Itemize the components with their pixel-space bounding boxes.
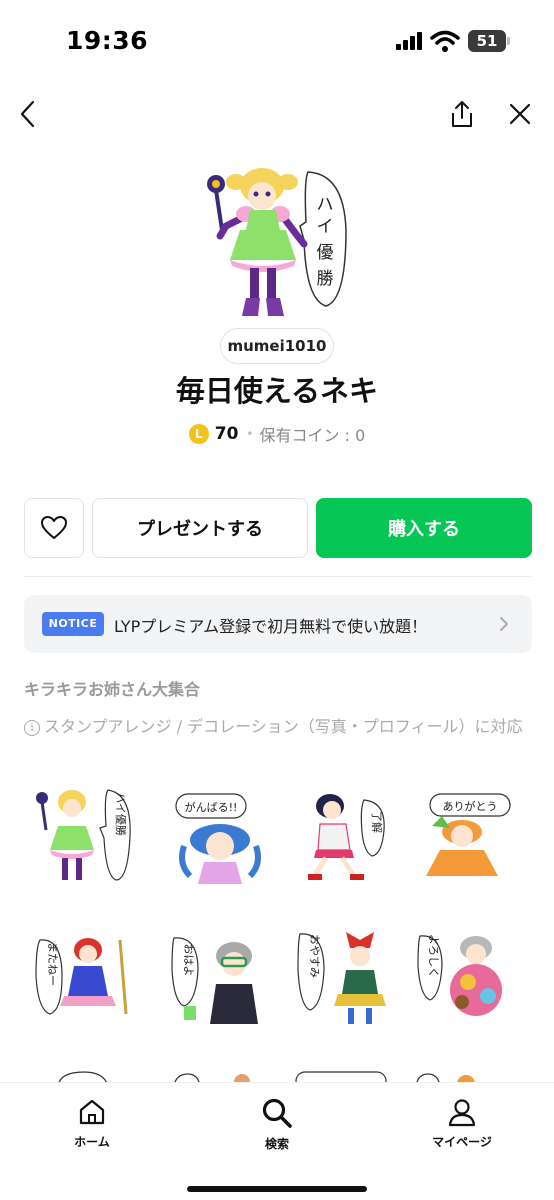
sticker-caption: おやすみ [308,934,321,978]
svg-text:ハ: ハ [317,195,334,215]
heart-icon [41,516,67,539]
chevron-right-icon [500,617,508,631]
status-time: 19:36 [66,26,149,55]
sticker-caption: ありがとう [443,799,498,813]
compat-info: i スタンプアレンジ / デコレーション（写真・プロフィール）に対応 [24,716,534,738]
close-icon [509,103,531,125]
sticker-item[interactable]: ありがとう [410,780,520,890]
price-value: 70 [214,424,239,444]
author-chip[interactable]: mumei1010 [220,328,334,364]
sticker-item[interactable]: またねー [28,920,138,1030]
close-button[interactable] [502,96,538,132]
nav-home-label: ホーム [74,1135,110,1149]
coins-held: 保有コイン : 0 [259,426,366,445]
back-button[interactable] [10,96,46,132]
sticker-item[interactable]: ハイ優勝 [28,780,138,890]
notice-badge: NOTICE [42,612,104,636]
battery-tip [507,37,510,45]
sticker-caption: よろしく [427,934,440,978]
sticker-caption: ハイ優勝 [114,792,128,836]
sticker-caption: またねー [46,942,59,986]
search-icon [262,1098,292,1128]
sticker-caption: がんばる!! [185,800,238,814]
svg-text:イ: イ [317,217,334,237]
divider [24,576,532,577]
main-sticker-image: ハ イ 優 勝 [196,160,356,320]
signal-icon [396,32,424,50]
series-label[interactable]: キラキラお姉さん大集合 [24,676,200,700]
coin-icon: L [188,424,209,444]
sticker-caption: 了解 [370,811,384,833]
info-icon: i [24,720,40,736]
user-icon [448,1099,476,1127]
sticker-item[interactable]: がんばる!! [164,780,274,890]
home-icon [79,1099,105,1125]
battery-level: 51 [468,30,506,52]
buy-button[interactable]: 購入する [316,498,532,558]
separator-dot: • [246,427,254,441]
share-button[interactable] [444,96,480,132]
nav-search[interactable]: 検索 [227,1097,327,1152]
nav-mypage-label: マイページ [432,1135,492,1149]
sticker-item[interactable]: 了解 [290,780,400,890]
home-indicator [187,1186,367,1192]
notice-banner[interactable]: NOTICE LYPプレミアム登録で初月無料で使い放題！ [24,595,532,653]
nav-home[interactable]: ホーム [42,1097,142,1150]
price-row: L 70 • 保有コイン : 0 [0,420,554,448]
wifi-icon [430,30,460,52]
gift-button[interactable]: プレゼントする [92,498,308,558]
nav-mypage[interactable]: マイページ [412,1097,512,1150]
sticker-item[interactable]: よろしく [410,920,520,1030]
svg-text:勝: 勝 [317,269,334,289]
status-bar: 19:36 51 [0,0,554,80]
nav-search-label: 検索 [264,1137,289,1151]
product-title: 毎日使えるネキ [175,374,379,408]
bottom-nav: ホーム 検索 マイページ [0,1082,554,1200]
sticker-caption: おはよ [182,944,195,977]
favorite-button[interactable] [24,498,84,558]
share-icon [452,101,472,127]
notice-text: LYPプレミアム登録で初月無料で使い放題！ [114,617,428,636]
sticker-item[interactable]: おはよ [164,920,274,1030]
svg-text:優: 優 [317,243,334,263]
compat-text: スタンプアレンジ / デコレーション（写真・プロフィール）に対応 [44,717,523,736]
chevron-left-icon [20,100,35,128]
sticker-item[interactable]: おやすみ [290,920,400,1030]
